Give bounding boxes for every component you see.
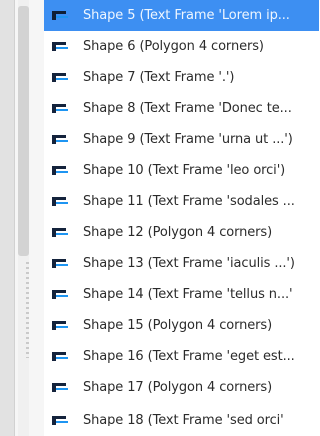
shape-frame-icon bbox=[50, 349, 72, 365]
list-item-label: Shape 8 (Text Frame 'Donec te... bbox=[83, 100, 292, 116]
shape-frame-icon bbox=[50, 39, 72, 55]
list-item-shape-7[interactable]: Shape 7 (Text Frame '.') bbox=[44, 62, 319, 93]
scrollbar-grip[interactable] bbox=[26, 262, 29, 358]
list-item-label: Shape 11 (Text Frame 'sodales ... bbox=[83, 193, 295, 209]
scrollbar-thumb[interactable] bbox=[18, 6, 29, 256]
shape-frame-icon bbox=[50, 163, 72, 179]
shape-frame-icon bbox=[50, 194, 72, 210]
list-item-shape-6[interactable]: Shape 6 (Polygon 4 corners) bbox=[44, 31, 319, 62]
list-item-shape-8[interactable]: Shape 8 (Text Frame 'Donec te... bbox=[44, 93, 319, 124]
list-item-shape-15[interactable]: Shape 15 (Polygon 4 corners) bbox=[44, 310, 319, 341]
list-item-label: Shape 16 (Text Frame 'eget est... bbox=[83, 348, 295, 364]
shape-frame-icon bbox=[50, 132, 72, 148]
list-item-label: Shape 9 (Text Frame 'urna ut ...') bbox=[83, 131, 293, 147]
left-gutter bbox=[0, 0, 15, 436]
list-item-label: Shape 5 (Text Frame 'Lorem ip... bbox=[83, 7, 290, 23]
shape-frame-icon bbox=[50, 8, 72, 24]
list-item-shape-16[interactable]: Shape 16 (Text Frame 'eget est... bbox=[44, 341, 319, 372]
list-item-label: Shape 7 (Text Frame '.') bbox=[83, 69, 235, 85]
shape-frame-icon bbox=[50, 413, 72, 426]
list-item-label: Shape 14 (Text Frame 'tellus n...' bbox=[83, 286, 293, 302]
list-item-shape-5[interactable]: Shape 5 (Text Frame 'Lorem ip... bbox=[44, 0, 319, 31]
list-item-label: Shape 10 (Text Frame 'leo orci') bbox=[83, 162, 286, 178]
list-item-shape-14[interactable]: Shape 14 (Text Frame 'tellus n...' bbox=[44, 279, 319, 310]
shape-frame-icon bbox=[50, 70, 72, 86]
shape-frame-icon bbox=[50, 101, 72, 117]
list-item-shape-18[interactable]: Shape 18 (Text Frame 'sed orci' bbox=[44, 403, 319, 426]
shape-frame-icon bbox=[50, 287, 72, 303]
shape-frame-icon bbox=[50, 225, 72, 241]
list-item-shape-17[interactable]: Shape 17 (Polygon 4 corners) bbox=[44, 372, 319, 403]
shape-frame-icon bbox=[50, 256, 72, 272]
list-item-shape-10[interactable]: Shape 10 (Text Frame 'leo orci') bbox=[44, 155, 319, 186]
shape-frame-icon bbox=[50, 380, 72, 396]
list-item-label: Shape 15 (Polygon 4 corners) bbox=[83, 317, 273, 333]
list-item-label: Shape 17 (Polygon 4 corners) bbox=[83, 379, 273, 395]
list-item-shape-13[interactable]: Shape 13 (Text Frame 'iaculis ...') bbox=[44, 248, 319, 279]
list-item-shape-9[interactable]: Shape 9 (Text Frame 'urna ut ...') bbox=[44, 124, 319, 155]
list-item-label: Shape 6 (Polygon 4 corners) bbox=[83, 38, 264, 54]
list-item-shape-12[interactable]: Shape 12 (Polygon 4 corners) bbox=[44, 217, 319, 248]
shape-frame-icon bbox=[50, 318, 72, 334]
navigator-panel: Shape 5 (Text Frame 'Lorem ip... Shape 6… bbox=[0, 0, 319, 436]
list-item-label: Shape 13 (Text Frame 'iaculis ...') bbox=[83, 255, 295, 271]
list-item-label: Shape 18 (Text Frame 'sed orci' bbox=[83, 413, 284, 426]
list-item-label: Shape 12 (Polygon 4 corners) bbox=[83, 224, 273, 240]
shape-list: Shape 5 (Text Frame 'Lorem ip... Shape 6… bbox=[44, 0, 319, 436]
list-item-shape-11[interactable]: Shape 11 (Text Frame 'sodales ... bbox=[44, 186, 319, 217]
